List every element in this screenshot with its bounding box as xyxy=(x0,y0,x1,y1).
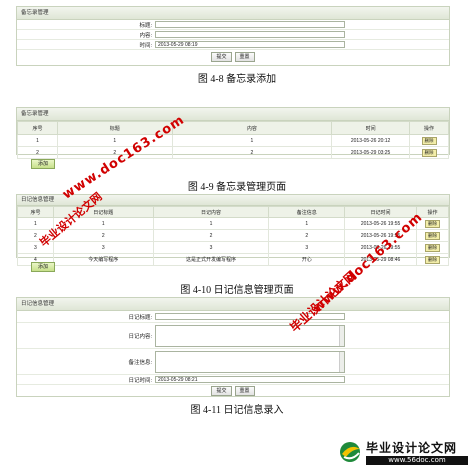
cell: 删除 xyxy=(409,146,449,159)
caption-4-8: 图 4-8 备忘录添加 xyxy=(197,74,277,85)
cell: 2 xyxy=(17,146,58,159)
memo-table-header: 序号 标题 内容 时间 操作 xyxy=(17,121,449,135)
col-header: 时间 xyxy=(331,121,411,135)
memo-content-input[interactable] xyxy=(155,31,345,38)
col-header: 序号 xyxy=(17,206,54,218)
cell: 删除 xyxy=(409,134,449,147)
cell: 2013-05-29 03:25 xyxy=(331,146,411,159)
col-header: 内容 xyxy=(171,121,333,135)
delete-button[interactable]: 删除 xyxy=(425,243,440,252)
diary-add-panel-title: 日记信息管理 xyxy=(17,298,449,311)
memo-add-buttons: 提交 重置 xyxy=(17,50,449,64)
col-header: 日记内容 xyxy=(152,206,270,218)
memo-content-label: 内容: xyxy=(139,32,152,39)
diary-title-row: 日记标题: xyxy=(17,311,449,323)
diary-title-label: 日记标题: xyxy=(128,314,152,321)
memo-title-input[interactable] xyxy=(155,21,345,28)
cell: 2013-05-26 20:12 xyxy=(331,134,411,147)
diary-reset-button[interactable]: 重置 xyxy=(234,386,255,396)
cell: 1 xyxy=(17,134,58,147)
logo-name: 毕业设计论文网 xyxy=(366,441,458,455)
cell: 3 xyxy=(268,241,346,254)
cell: 删除 xyxy=(416,229,449,242)
cell: 开心 xyxy=(268,253,346,266)
delete-button[interactable]: 删除 xyxy=(425,231,440,240)
site-logo: 毕业设计论文网 www.56doc.com xyxy=(336,438,472,468)
cell: 1 xyxy=(152,217,270,230)
diary-add-buttons: 提交 重置 xyxy=(17,385,449,397)
diary-content-label: 日记内容: xyxy=(128,333,152,340)
memo-reset-button[interactable]: 重置 xyxy=(234,52,255,62)
caption-4-11: 图 4-11 日记信息录入 xyxy=(190,405,284,416)
col-header: 备注信息 xyxy=(268,206,346,218)
diary-submit-button[interactable]: 提交 xyxy=(211,386,232,396)
col-header: 操作 xyxy=(409,121,449,135)
diary-add-panel: 日记信息管理 日记标题: 日记内容: 备注信息: 日记时间: 2013-05-2… xyxy=(16,297,450,397)
memo-time-input[interactable]: 2013-05-29 08:19 xyxy=(155,41,345,48)
memo-time-label: 时间: xyxy=(139,42,152,49)
col-header: 日记时间 xyxy=(344,206,417,218)
delete-button[interactable]: 删除 xyxy=(421,148,437,157)
cell: 删除 xyxy=(416,241,449,254)
diary-content-textarea[interactable] xyxy=(155,324,345,347)
memo-title-label: 标题: xyxy=(139,22,152,29)
memo-add-button[interactable]: 添加 xyxy=(31,159,55,169)
diary-remark-label: 备注信息: xyxy=(128,359,152,366)
memo-table: 序号 标题 内容 时间 操作 1 1 1 2013-05-26 20:12 删除… xyxy=(17,121,449,159)
diary-time-input[interactable]: 2013-05-29 08:21 xyxy=(155,376,345,383)
memo-list-panel: 备忘录管理 序号 标题 内容 时间 操作 1 1 1 2013-05-26 20… xyxy=(16,107,450,159)
cell: 删除 xyxy=(416,253,449,266)
memo-add-panel-title: 备忘录管理 xyxy=(17,7,449,20)
delete-button[interactable]: 删除 xyxy=(425,255,440,264)
table-row: 2 2 2 2013-05-29 03:25 删除 xyxy=(17,146,449,159)
cell: 1 xyxy=(268,217,346,230)
memo-submit-button[interactable]: 提交 xyxy=(211,52,232,62)
cell: 2 xyxy=(152,229,270,242)
cell: 3 xyxy=(52,241,154,254)
cell: 3 xyxy=(152,241,270,254)
memo-title-row: 标题: xyxy=(17,20,449,30)
cell: 2 xyxy=(268,229,346,242)
cell: 2 xyxy=(171,146,333,159)
diary-content-row: 日记内容: xyxy=(17,323,449,349)
delete-button[interactable]: 删除 xyxy=(421,136,437,145)
caption-4-10: 图 4-10 日记信息管理页面 xyxy=(180,285,294,296)
diary-remark-textarea[interactable] xyxy=(155,350,345,373)
memo-content-row: 内容: xyxy=(17,30,449,40)
cell: 今天编写程序 xyxy=(52,253,154,266)
diary-remark-row: 备注信息: xyxy=(17,349,449,375)
cell: 这是正式开发编写程序 xyxy=(152,253,270,266)
memo-list-panel-title: 备忘录管理 xyxy=(17,108,449,121)
cell: 1 xyxy=(171,134,333,147)
memo-time-row: 时间: 2013-05-29 08:19 xyxy=(17,40,449,50)
diary-time-row: 日记时间: 2013-05-29 08:21 xyxy=(17,375,449,385)
memo-add-panel: 备忘录管理 标题: 内容: 时间: 2013-05-29 08:19 提交 重置 xyxy=(16,6,450,66)
logo-site: www.56doc.com xyxy=(366,456,468,465)
diary-add-button[interactable]: 添加 xyxy=(31,262,55,272)
table-row: 1 1 1 2013-05-26 20:12 删除 xyxy=(17,134,449,147)
delete-button[interactable]: 删除 xyxy=(425,219,440,228)
col-header: 序号 xyxy=(17,121,58,135)
diary-time-label: 日记时间: xyxy=(128,377,152,384)
logo-mark-icon xyxy=(340,442,360,462)
